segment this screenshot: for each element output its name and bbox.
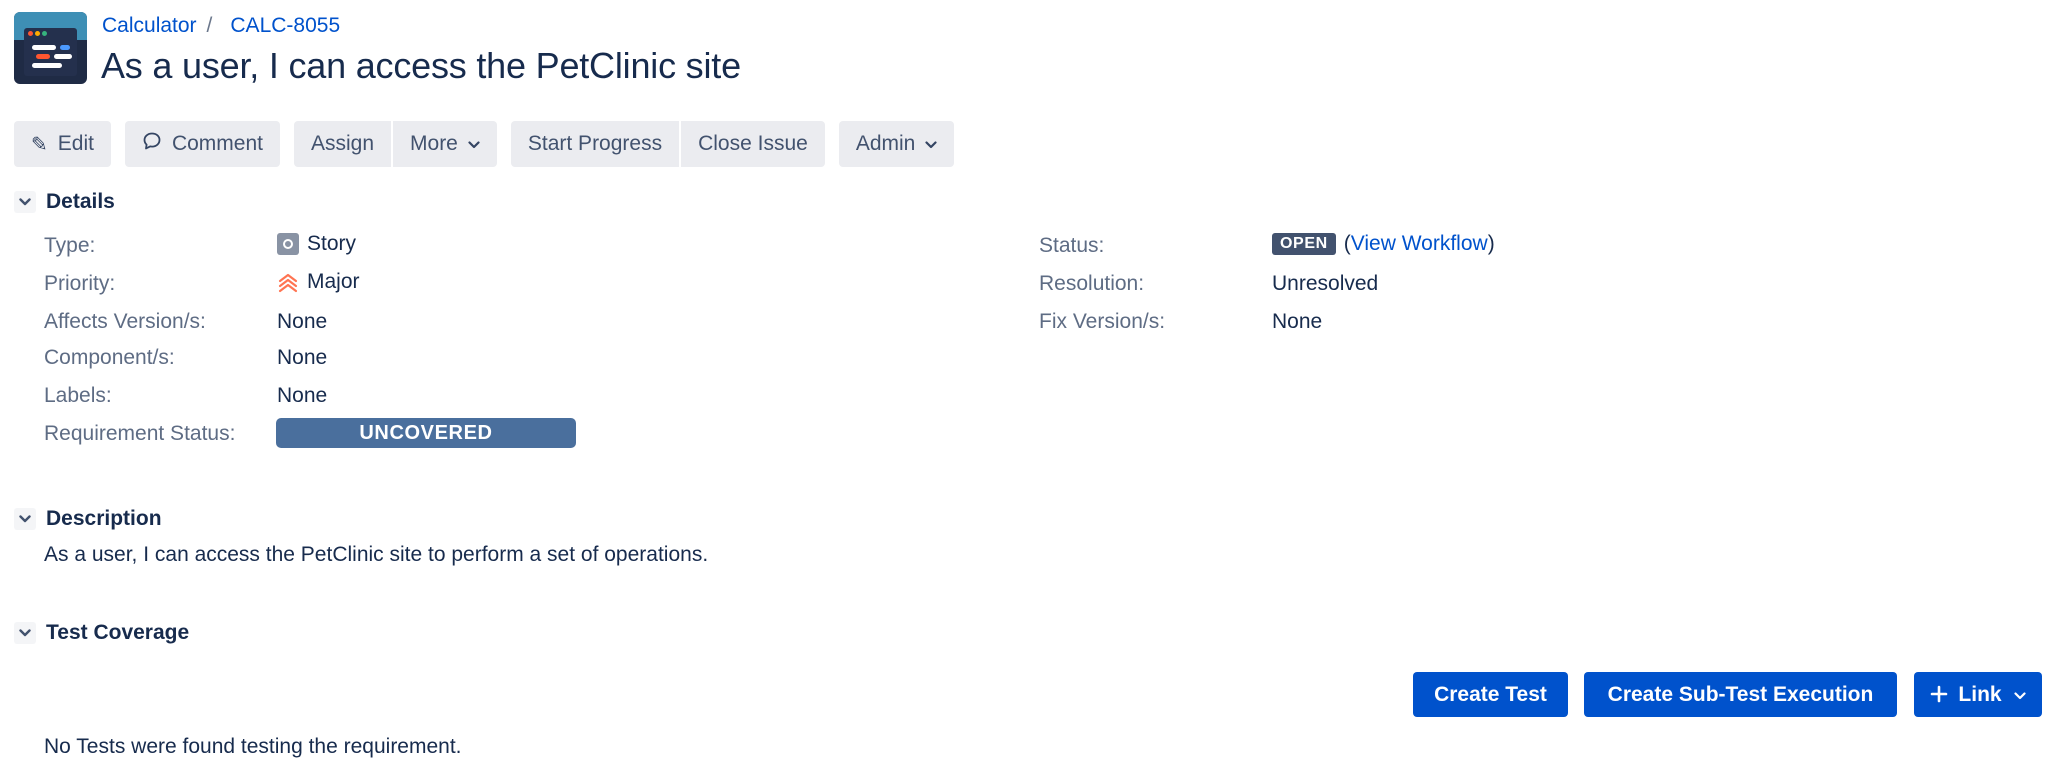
status-value: OPEN ( View Workflow ) (1272, 232, 1495, 256)
components-value: None (277, 346, 328, 369)
more-button[interactable]: More (393, 121, 497, 167)
priority-major-icon (277, 270, 299, 294)
description-heading: Description (46, 507, 162, 530)
details-heading: Details (46, 190, 115, 213)
chevron-down-icon (2013, 687, 2026, 703)
resolution-value: Unresolved (1272, 272, 1379, 295)
details-section-header[interactable]: Details (14, 190, 115, 214)
fix-versions-label: Fix Version/s: (1039, 310, 1166, 333)
affects-versions-value: None (277, 310, 328, 333)
start-progress-label: Start Progress (527, 132, 663, 155)
plus-icon (1930, 679, 1948, 710)
no-tests-message: No Tests were found testing the requirem… (44, 735, 462, 758)
chevron-down-icon (468, 136, 480, 152)
type-value: Story (277, 232, 356, 256)
view-workflow-paren-open: ( (1343, 232, 1351, 255)
create-test-button[interactable]: Create Test (1413, 672, 1568, 717)
assign-button-label: Assign (310, 132, 375, 155)
breadcrumb-separator: / (206, 14, 213, 37)
breadcrumb-project-link[interactable]: Calculator (102, 14, 197, 38)
assign-button[interactable]: Assign (293, 121, 392, 167)
create-sub-test-execution-button[interactable]: Create Sub-Test Execution (1584, 672, 1897, 717)
close-issue-button[interactable]: Close Issue (681, 121, 825, 167)
resolution-label: Resolution: (1039, 272, 1145, 295)
view-workflow-link[interactable]: View Workflow (1351, 232, 1488, 256)
breadcrumb: Calculator / CALC-8055 (102, 14, 340, 38)
priority-label: Priority: (44, 272, 116, 295)
chevron-down-icon[interactable] (14, 508, 36, 530)
issue-title[interactable]: As a user, I can access the PetClinic si… (101, 45, 741, 87)
edit-button[interactable]: ✎ Edit (14, 121, 111, 167)
description-text[interactable]: As a user, I can access the PetClinic si… (44, 543, 708, 567)
issue-toolbar: ✎ Edit Comment Assign More Start Progres… (14, 121, 968, 167)
view-workflow-paren-close: ) (1487, 232, 1495, 255)
type-value-text: Story (307, 232, 357, 255)
labels-value: None (277, 384, 328, 407)
create-sub-test-execution-label: Create Sub-Test Execution (1607, 682, 1874, 706)
test-coverage-heading: Test Coverage (46, 621, 190, 644)
chevron-down-icon[interactable] (14, 622, 36, 644)
chevron-down-icon[interactable] (14, 191, 36, 213)
close-issue-label: Close Issue (698, 132, 808, 155)
requirement-status-label: Requirement Status: (44, 422, 236, 445)
comment-button[interactable]: Comment (124, 121, 280, 167)
status-lozenge: OPEN (1272, 233, 1336, 255)
link-button[interactable]: Link (1914, 672, 2042, 717)
pencil-icon: ✎ (31, 133, 48, 156)
chevron-down-icon (925, 136, 937, 152)
type-label: Type: (44, 234, 96, 257)
requirement-status-badge: UNCOVERED (276, 418, 576, 448)
project-avatar[interactable] (14, 12, 87, 84)
description-section-header[interactable]: Description (14, 507, 162, 531)
components-label: Component/s: (44, 346, 175, 369)
breadcrumb-issue-key-link[interactable]: CALC-8055 (230, 14, 340, 38)
edit-button-label: Edit (57, 132, 94, 155)
priority-value-text: Major (307, 270, 360, 293)
story-icon (277, 233, 299, 255)
speech-bubble-icon (142, 131, 162, 157)
start-progress-button[interactable]: Start Progress (510, 121, 680, 167)
fix-versions-value: None (1272, 310, 1323, 333)
admin-button[interactable]: Admin (838, 121, 955, 167)
affects-versions-label: Affects Version/s: (44, 310, 206, 333)
more-button-label: More (410, 132, 458, 155)
comment-button-label: Comment (171, 132, 263, 155)
create-test-label: Create Test (1434, 682, 1547, 706)
status-label: Status: (1039, 234, 1105, 257)
link-button-label: Link (1958, 682, 2002, 706)
test-coverage-section-header[interactable]: Test Coverage (14, 621, 189, 645)
priority-value: Major (277, 270, 360, 294)
labels-label: Labels: (44, 384, 112, 407)
admin-button-label: Admin (855, 132, 916, 155)
